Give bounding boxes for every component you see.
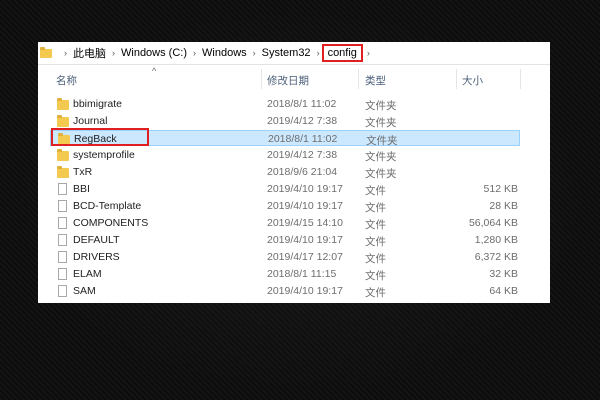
file-modified-date: 2019/4/17 12:07 [267,251,343,263]
file-name: DEFAULT [73,234,120,246]
breadcrumb-windows[interactable]: Windows [202,47,247,59]
file-row[interactable]: DRIVERS 2019/4/17 12:07 文件 6,372 KB [50,249,520,265]
file-type: 文件夹 [365,168,397,180]
column-divider[interactable] [358,69,359,89]
chevron-right-icon[interactable]: › [253,48,256,58]
file-type: 文件夹 [365,100,397,112]
file-icon [58,183,67,195]
file-row[interactable]: Journal 2019/4/12 7:38 文件夹 [50,113,520,129]
file-row[interactable]: TxR 2018/9/6 21:04 文件夹 [50,164,520,180]
file-name: BCD-Template [73,200,142,212]
file-modified-date: 2019/4/12 7:38 [267,149,338,161]
file-row[interactable]: ELAM 2018/8/1 11:15 文件 32 KB [50,266,520,282]
chevron-right-icon[interactable]: › [367,48,370,58]
file-size: 512 KB [483,183,518,195]
file-modified-date: 2019/4/10 19:17 [267,183,343,195]
chevron-right-icon[interactable]: › [193,48,196,58]
file-modified-date: 2019/4/10 19:17 [267,285,343,297]
folder-icon [57,149,69,161]
column-header-row: ^ 名称 修改日期 类型 大小 [38,65,550,91]
file-size: 56,064 KB [468,217,518,229]
file-icon [58,251,67,263]
file-type: 文件夹 [365,151,397,163]
file-type: 文件 [365,270,386,282]
file-size: 1,280 KB [474,234,518,246]
chevron-right-icon: › [64,48,67,58]
column-header-size[interactable]: 大小 [462,73,483,88]
file-row[interactable]: BBI 2019/4/10 19:17 文件 512 KB [50,181,520,197]
folder-icon [57,98,69,110]
file-modified-date: 2018/8/1 11:02 [267,98,337,110]
folder-icon [57,166,69,178]
file-name: COMPONENTS [73,217,149,229]
file-row[interactable]: COMPONENTS 2019/4/15 14:10 文件 56,064 KB [50,215,520,231]
file-explorer-window: › 此电脑 › Windows (C:) › Windows › System3… [38,42,550,303]
file-type: 文件 [365,185,386,197]
chevron-right-icon[interactable]: › [112,48,115,58]
file-icon [58,200,67,212]
file-name: BBI [73,183,90,195]
file-type: 文件夹 [366,135,398,147]
file-icon [58,285,67,297]
breadcrumb-config[interactable]: config [321,44,363,62]
file-name: Journal [73,115,108,127]
folder-icon [58,133,70,145]
file-modified-date: 2019/4/10 19:17 [267,200,343,212]
column-header-modified[interactable]: 修改日期 [267,73,309,88]
file-modified-date: 2018/8/1 11:02 [268,133,338,145]
file-name: RegBack [74,133,117,145]
file-icon [58,268,67,280]
column-divider[interactable] [456,69,457,89]
file-type: 文件 [365,236,386,248]
address-bar[interactable]: › 此电脑 › Windows (C:) › Windows › System3… [38,42,550,65]
breadcrumb-system32[interactable]: System32 [262,47,311,59]
file-type: 文件 [365,287,386,299]
file-icon [58,217,67,229]
folder-icon [40,46,52,58]
file-modified-date: 2018/8/1 11:15 [267,268,337,280]
file-modified-date: 2019/4/15 14:10 [267,217,343,229]
file-type: 文件 [365,253,386,265]
file-modified-date: 2019/4/12 7:38 [267,115,338,127]
column-header-type[interactable]: 类型 [365,73,386,88]
file-name: ELAM [73,268,102,280]
file-row[interactable]: systemprofile 2019/4/12 7:38 文件夹 [50,147,520,163]
file-row[interactable]: bbimigrate 2018/8/1 11:02 文件夹 [50,96,520,112]
sort-ascending-icon: ^ [152,66,157,76]
chevron-right-icon[interactable]: › [317,48,320,58]
file-modified-date: 2019/4/10 19:17 [267,234,343,246]
file-row[interactable]: DEFAULT 2019/4/10 19:17 文件 1,280 KB [50,232,520,248]
file-type: 文件夹 [365,117,397,129]
folder-icon [57,115,69,127]
column-divider[interactable] [520,69,521,89]
file-name: SAM [73,285,96,297]
file-row[interactable]: BCD-Template 2019/4/10 19:17 文件 28 KB [50,198,520,214]
file-name: systemprofile [73,149,135,161]
file-size: 28 KB [489,200,518,212]
file-name: DRIVERS [73,251,120,263]
file-modified-date: 2018/9/6 21:04 [267,166,338,178]
breadcrumb-c-drive[interactable]: Windows (C:) [121,47,187,59]
file-icon [58,234,67,246]
file-type: 文件 [365,219,386,231]
column-divider[interactable] [261,69,262,89]
file-row[interactable]: RegBack 2018/8/1 11:02 文件夹 [50,130,520,147]
file-size: 6,372 KB [474,251,518,263]
file-size: 32 KB [489,268,518,280]
file-size: 64 KB [489,285,518,297]
file-type: 文件 [365,202,386,214]
file-row[interactable]: SAM 2019/4/10 19:17 文件 64 KB [50,283,520,299]
breadcrumb-this-pc[interactable]: 此电脑 [73,45,106,61]
file-name: TxR [73,166,93,178]
file-name: bbimigrate [73,98,123,110]
column-header-name[interactable]: 名称 [56,73,77,88]
